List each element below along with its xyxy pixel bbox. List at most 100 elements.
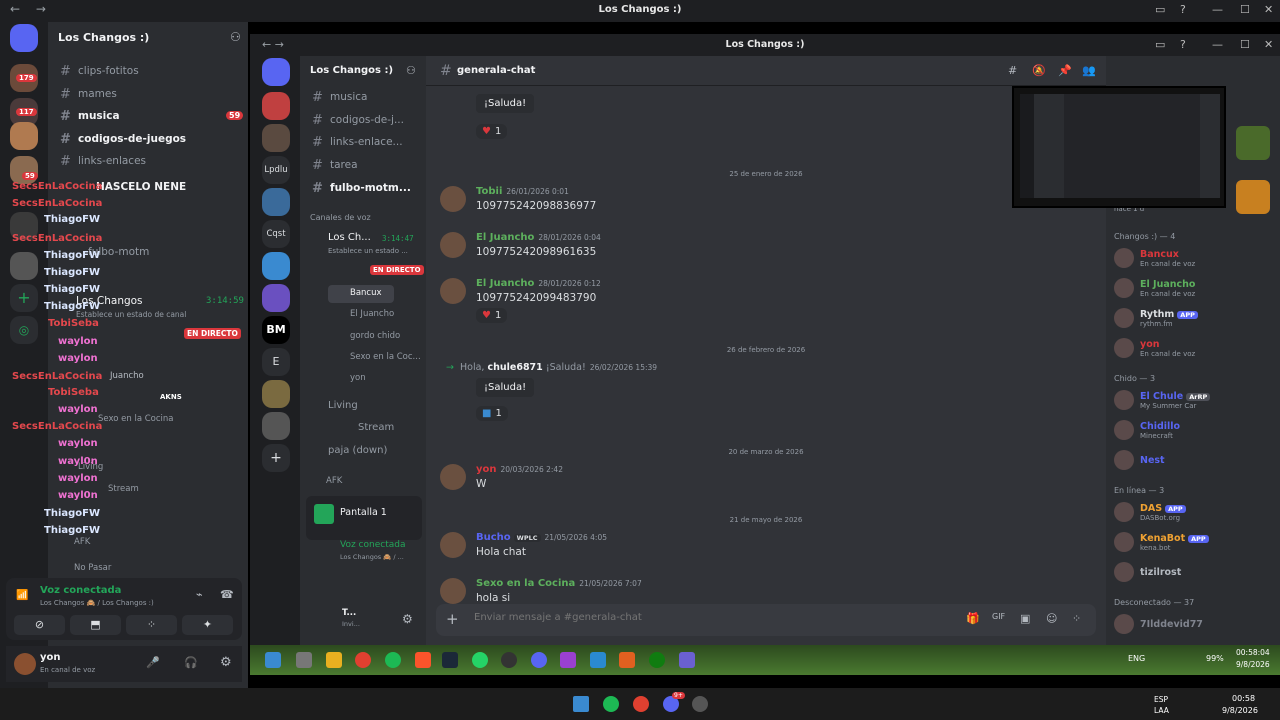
disconnect-icon[interactable]: ☎ [220,588,234,601]
windows-start-icon[interactable] [573,696,589,712]
message-author[interactable]: Bucho [476,532,511,543]
no-pasar-channel[interactable]: No Pasar [74,563,111,573]
members-icon[interactable]: 👥 [1082,64,1096,77]
server-name[interactable]: Los Changos :) [58,31,149,44]
channel-item[interactable]: # codigos-de-j... [312,112,404,128]
avatar[interactable] [440,578,466,604]
wave-button[interactable]: ¡Saluda! [476,94,535,113]
inner-lang[interactable]: ENG [1128,654,1145,663]
mute-icon[interactable]: 🎤 [146,656,160,669]
server-icon[interactable] [262,412,290,440]
voice-user[interactable]: Stream [108,484,139,494]
wave-button[interactable]: ¡Saluda! [476,378,535,397]
vs-icon[interactable] [560,652,576,668]
avatar[interactable] [440,532,466,558]
settings-icon[interactable]: ⚙ [402,612,413,626]
channel-item[interactable]: # mames [60,86,117,102]
maximize-button[interactable]: ☐ [1240,38,1250,51]
help-icon[interactable]: ? [1180,38,1186,51]
channel-item[interactable]: # clips-fotitos [60,63,139,79]
message-input-box[interactable]: + 🎁 GIF ▣ ☺ ⁘ [436,604,1096,636]
avatar[interactable] [440,464,466,490]
member-item[interactable]: yon En canal de voz [1114,338,1195,358]
discord-icon[interactable] [531,652,547,668]
game-thumbnail-icon[interactable] [1236,180,1270,214]
lang-indicator[interactable]: ESP [1154,695,1168,704]
add-server-icon[interactable]: + [262,444,290,472]
noise-icon[interactable]: ⌁ [196,588,203,601]
voice-user[interactable]: Bancux [350,288,382,298]
add-server-icon[interactable]: + [10,284,38,312]
voice-user[interactable]: Sexo en la Cocina [98,414,174,424]
add-member-icon[interactable]: ⚇ [230,30,241,44]
steam-icon[interactable] [442,652,458,668]
server-icon[interactable] [262,92,290,120]
avatar[interactable] [440,186,466,212]
channel-item[interactable]: # codigos-de-juegos [60,131,186,147]
sticker-icon[interactable]: ▣ [1020,612,1030,625]
channel-item[interactable]: # fulbo-motm... [312,180,411,196]
member-item[interactable]: DAS APP DASBot.org [1114,502,1186,522]
chrome-icon[interactable] [633,696,649,712]
member-item[interactable]: El Chule ArRP My Summer Car [1114,390,1211,410]
server-icon[interactable] [262,284,290,312]
chrome-icon[interactable] [355,652,371,668]
voice-path[interactable]: Los Changos 🙈 / ... [340,553,404,561]
close-button[interactable]: ✕ [1264,3,1273,16]
attach-icon[interactable]: + [446,610,459,628]
avatar[interactable] [440,232,466,258]
close-button[interactable]: ✕ [1264,38,1273,51]
lang-indicator-2[interactable]: LAA [1154,706,1169,715]
afk-channel[interactable]: AFK [74,537,90,547]
threads-icon[interactable]: # [1008,64,1017,77]
server-icon[interactable]: E [262,348,290,376]
voice-section-header[interactable]: Canales de voz [310,213,371,222]
maximize-button[interactable]: ☐ [1240,3,1250,16]
voice-user[interactable]: El Juancho [350,309,394,319]
message-author[interactable]: El Juancho [476,232,534,243]
member-item[interactable]: 7Ilddevid77 [1114,614,1203,634]
voice-user[interactable]: yon [350,373,366,383]
member-item[interactable]: Bancux En canal de voz [1114,248,1195,268]
spotify-icon[interactable] [603,696,619,712]
inbox-icon[interactable]: ▭ [1155,3,1165,16]
server-icon[interactable] [262,380,290,408]
pin-icon[interactable]: 📌 [1058,64,1072,77]
message-author[interactable]: Sexo en la Cocina [476,578,575,589]
server-icon[interactable]: Lpdlu [262,156,290,184]
voice-channel[interactable]: Living [328,400,358,411]
voice-channel[interactable]: Los Ch... [328,232,371,243]
settings-icon[interactable]: ⚙ [220,655,232,670]
voice-channel[interactable]: paja (down) [328,445,387,456]
channel-item[interactable]: # links-enlaces [60,153,146,169]
activities-button[interactable]: ⁘ [126,615,177,635]
join-user[interactable]: chule6871 [487,362,542,373]
member-item[interactable]: Nest [1114,450,1165,470]
voice-path[interactable]: Los Changos 🙈 / Los Changos :) [40,599,154,607]
apps-icon[interactable]: ⁘ [1072,612,1081,625]
message-author[interactable]: yon [476,464,497,475]
avatar[interactable] [14,653,36,675]
app-icon[interactable] [619,652,635,668]
add-member-icon[interactable]: ⚇ [406,64,416,77]
channel-item[interactable]: # tarea [312,157,358,173]
reaction[interactable]: ♥ 1 [476,124,508,139]
vscode-icon[interactable] [590,652,606,668]
voice-user[interactable]: Juancho [110,371,144,381]
windows-start-icon[interactable] [265,652,281,668]
reaction[interactable]: ■ 1 [476,406,508,421]
file-explorer-icon[interactable] [326,652,342,668]
server-icon[interactable] [10,252,38,280]
member-item[interactable]: Chidillo Minecraft [1114,420,1180,440]
xbox-icon[interactable] [649,652,665,668]
voice-user[interactable]: gordo chido [350,331,400,341]
server-icon[interactable]: Cqst [262,220,290,248]
obs-icon[interactable] [501,652,517,668]
inbox-icon[interactable]: ▭ [1155,38,1165,51]
server-icon[interactable] [262,124,290,152]
screen-share-button[interactable]: ⬒ [70,615,121,635]
avatar[interactable] [440,278,466,304]
channel-item[interactable]: # links-enlace... [312,134,403,150]
channel-item[interactable]: HASCELO NENE [96,179,186,195]
message-input[interactable] [474,612,894,623]
